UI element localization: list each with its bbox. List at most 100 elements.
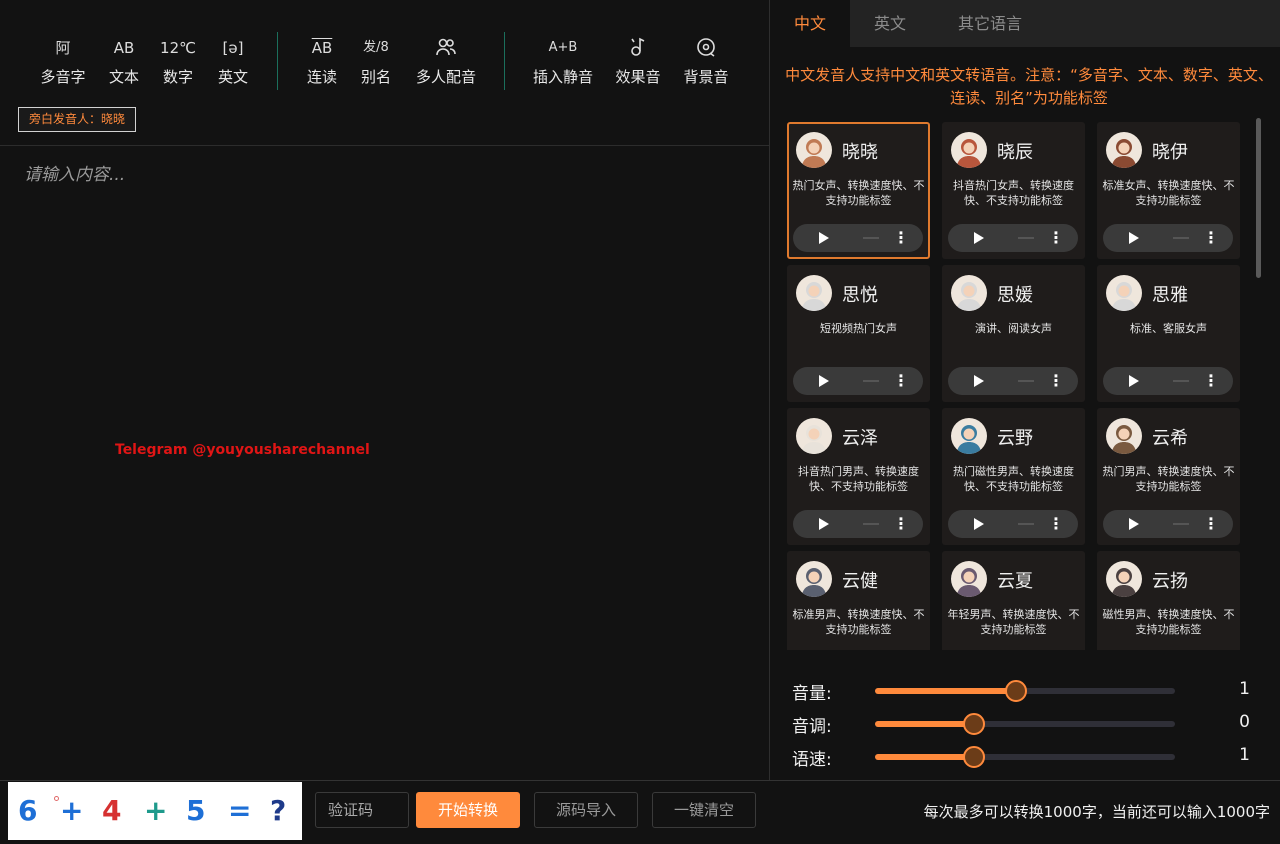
voice-card[interactable]: 思雅 标准、客服女声 ⋮ bbox=[1097, 265, 1240, 402]
voice-card[interactable]: 云希 热门男声、转换速度快、不支持功能标签 ⋮ bbox=[1097, 408, 1240, 545]
play-icon[interactable] bbox=[1129, 232, 1139, 244]
voice-card[interactable]: 思悦 短视频热门女声 ⋮ bbox=[787, 265, 930, 402]
volume-slider[interactable] bbox=[875, 680, 1175, 702]
more-options-icon[interactable]: ⋮ bbox=[1048, 372, 1064, 390]
captcha-input[interactable] bbox=[315, 792, 409, 828]
sound-effect-tool-button[interactable]: 效果音 bbox=[613, 36, 663, 87]
narrator-badge[interactable]: 旁白发音人：晓晓 bbox=[18, 107, 137, 132]
language-tabs: 中文 英文 其它语言 bbox=[770, 0, 1280, 47]
audio-progress[interactable] bbox=[1173, 380, 1189, 382]
audio-player: ⋮ bbox=[948, 367, 1078, 395]
audio-player: ⋮ bbox=[948, 510, 1078, 538]
volume-value: 1 bbox=[1239, 679, 1250, 699]
voice-name: 云泽 bbox=[842, 428, 878, 449]
text-editor[interactable]: 请输入内容... bbox=[24, 160, 754, 185]
voice-card[interactable]: 云泽 抖音热门男声、转换速度快、不支持功能标签 ⋮ bbox=[787, 408, 930, 545]
captcha-image[interactable]: 6 +4 +5 =? bbox=[8, 782, 302, 840]
volume-thumb[interactable] bbox=[1005, 680, 1027, 702]
male-avatar-icon bbox=[951, 561, 987, 597]
audio-player: ⋮ bbox=[1103, 510, 1233, 538]
voice-card[interactable]: 晓辰 抖音热门女声、转换速度快、不支持功能标签 ⋮ bbox=[942, 122, 1085, 259]
play-icon[interactable] bbox=[974, 232, 984, 244]
pitch-slider[interactable] bbox=[875, 713, 1175, 735]
number-tool-button[interactable]: 12℃ 数字 bbox=[158, 36, 198, 87]
captcha-glyph: = bbox=[228, 794, 252, 827]
play-icon[interactable] bbox=[1129, 375, 1139, 387]
more-options-icon[interactable]: ⋮ bbox=[1203, 372, 1219, 390]
more-options-icon[interactable]: ⋮ bbox=[1048, 515, 1064, 533]
insert-silence-icon: A+B bbox=[548, 40, 578, 55]
voice-card[interactable]: 晓晓 热门女声、转换速度快、不支持功能标签 ⋮ bbox=[787, 122, 930, 259]
multi-speaker-icon bbox=[412, 36, 480, 60]
liaison-tool-button[interactable]: AB 连读 bbox=[302, 36, 342, 87]
male-avatar-icon bbox=[796, 561, 832, 597]
audio-progress[interactable] bbox=[863, 523, 879, 525]
more-options-icon[interactable]: ⋮ bbox=[1203, 515, 1219, 533]
voice-scrollbar[interactable] bbox=[1256, 118, 1261, 278]
captcha-glyph: 5 bbox=[186, 794, 206, 827]
number-icon: 12℃ bbox=[160, 39, 196, 57]
play-icon[interactable] bbox=[974, 375, 984, 387]
voice-card[interactable]: 云夏年轻男声、转换速度快、不支持功能标签⋮ bbox=[942, 551, 1085, 650]
volume-fill bbox=[875, 688, 1016, 694]
voice-name: 晓辰 bbox=[997, 142, 1033, 163]
play-icon[interactable] bbox=[974, 518, 984, 530]
voice-card[interactable]: 云健标准男声、转换速度快、不支持功能标签⋮ bbox=[787, 551, 930, 650]
background-music-icon bbox=[681, 36, 731, 60]
play-icon[interactable] bbox=[819, 375, 829, 387]
tab-other-languages[interactable]: 其它语言 bbox=[940, 0, 1040, 47]
captcha-glyph: 6 bbox=[18, 794, 38, 827]
polyphone-tool-button[interactable]: 阿 多音字 bbox=[38, 36, 88, 87]
alias-tool-button[interactable]: 发/8 别名 bbox=[356, 36, 396, 87]
audio-progress[interactable] bbox=[1173, 523, 1189, 525]
clear-all-button[interactable]: 一键清空 bbox=[652, 792, 756, 828]
multi-speaker-tool-button[interactable]: 多人配音 bbox=[412, 36, 480, 87]
audio-progress[interactable] bbox=[1018, 380, 1034, 382]
audio-progress[interactable] bbox=[1018, 523, 1034, 525]
more-options-icon[interactable]: ⋮ bbox=[1203, 229, 1219, 247]
audio-progress[interactable] bbox=[1173, 237, 1189, 239]
pitch-slider-row: 音调: 0 bbox=[792, 709, 1272, 739]
toolbar-divider bbox=[277, 32, 278, 90]
start-convert-button[interactable]: 开始转换 bbox=[416, 792, 520, 828]
audio-progress[interactable] bbox=[1018, 237, 1034, 239]
play-icon[interactable] bbox=[819, 232, 829, 244]
more-options-icon[interactable]: ⋮ bbox=[893, 229, 909, 247]
play-icon[interactable] bbox=[819, 518, 829, 530]
tab-chinese[interactable]: 中文 bbox=[770, 0, 850, 47]
voice-description: 年轻男声、转换速度快、不支持功能标签 bbox=[947, 608, 1080, 636]
voice-description: 磁性男声、转换速度快、不支持功能标签 bbox=[1102, 608, 1235, 636]
background-music-tool-button[interactable]: 背景音 bbox=[681, 36, 731, 87]
voice-card[interactable]: 云野 热门磁性男声、转换速度快、不支持功能标签 ⋮ bbox=[942, 408, 1085, 545]
voice-card[interactable]: 云扬磁性男声、转换速度快、不支持功能标签⋮ bbox=[1097, 551, 1240, 650]
source-import-button[interactable]: 源码导入 bbox=[534, 792, 638, 828]
male-avatar-icon bbox=[1106, 561, 1142, 597]
text-tool-button[interactable]: AB 文本 bbox=[104, 36, 144, 87]
tool-label: 效果音 bbox=[615, 68, 661, 86]
more-options-icon[interactable]: ⋮ bbox=[893, 515, 909, 533]
speed-thumb[interactable] bbox=[963, 746, 985, 768]
play-icon[interactable] bbox=[1129, 518, 1139, 530]
more-options-icon[interactable]: ⋮ bbox=[893, 372, 909, 390]
audio-progress[interactable] bbox=[863, 237, 879, 239]
speed-slider[interactable] bbox=[875, 746, 1175, 768]
pitch-thumb[interactable] bbox=[963, 713, 985, 735]
voice-description: 标准男声、转换速度快、不支持功能标签 bbox=[792, 608, 925, 636]
english-tool-button[interactable]: [ə] 英文 bbox=[213, 36, 253, 87]
voice-name: 云夏 bbox=[997, 571, 1033, 592]
tab-english[interactable]: 英文 bbox=[850, 0, 930, 47]
insert-silence-tool-button[interactable]: A+B 插入静音 bbox=[529, 36, 597, 87]
voice-description: 演讲、阅读女声 bbox=[975, 322, 1052, 335]
voice-card[interactable]: 思媛 演讲、阅读女声 ⋮ bbox=[942, 265, 1085, 402]
voice-name: 思雅 bbox=[1152, 285, 1188, 306]
tool-label: 多音字 bbox=[40, 68, 86, 86]
audio-progress[interactable] bbox=[863, 380, 879, 382]
female-avatar-icon bbox=[796, 132, 832, 168]
more-options-icon[interactable]: ⋮ bbox=[1048, 229, 1064, 247]
voice-card[interactable]: 晓伊 标准女声、转换速度快、不支持功能标签 ⋮ bbox=[1097, 122, 1240, 259]
volume-label: 音量: bbox=[792, 684, 832, 704]
default-avatar-icon bbox=[951, 275, 987, 311]
voice-name: 思悦 bbox=[842, 285, 878, 306]
tag-toolbar: 阿 多音字 AB 文本 12℃ 数字 [ə] 英文 AB 连读 发/8 别名 多… bbox=[0, 0, 769, 146]
elder-avatar-icon bbox=[796, 418, 832, 454]
